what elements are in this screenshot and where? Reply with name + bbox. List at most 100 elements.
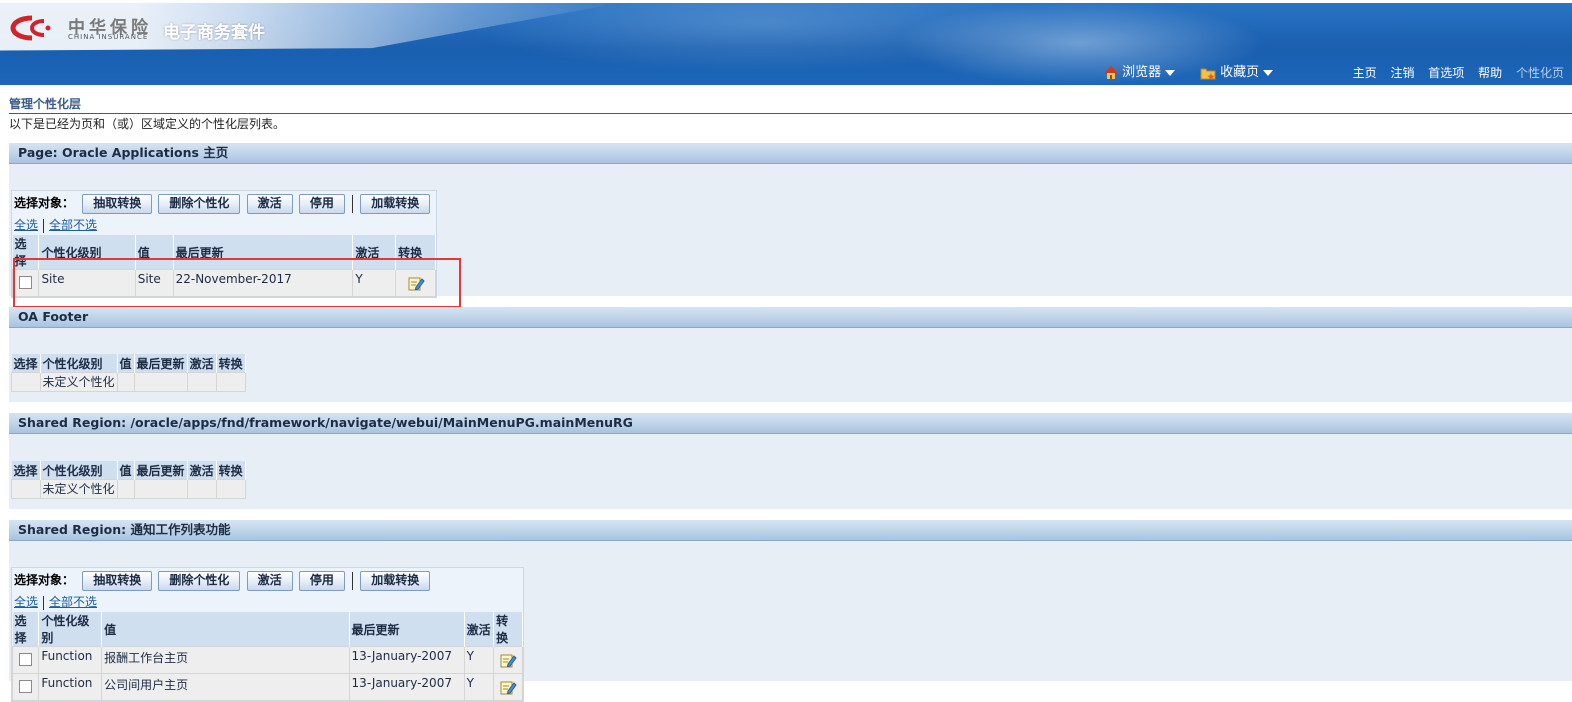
load-translation-button[interactable]: 加载转换 [360, 570, 431, 591]
logo-mark-icon [10, 15, 51, 41]
col-translation: 转换 [395, 235, 436, 270]
updated-cell: 22-November-2017 [172, 269, 354, 297]
active-cell: Y [463, 646, 495, 674]
link-help[interactable]: 帮助 [1478, 66, 1502, 80]
extract-translation-button[interactable]: 抽取转换 [82, 570, 153, 591]
select-links: 全选 全部不选 [12, 215, 436, 235]
browser-menu-label: 浏览器 [1122, 65, 1162, 80]
active-cell: Y [463, 673, 495, 701]
logo-english-text: CHINA INSURANCE [68, 33, 149, 41]
section-main-menu-region: Shared Region: /oracle/apps/fnd/framewor… [9, 413, 1572, 509]
link-logout[interactable]: 注销 [1390, 66, 1414, 80]
deselect-all-link[interactable]: 全部不选 [49, 218, 97, 232]
table-row: Site Site 22-November-2017 Y [11, 269, 436, 297]
page-title: 管理个性化层 [9, 95, 1572, 114]
favorites-menu[interactable]: 收藏页 [1200, 61, 1274, 80]
header-banner: 中华保险 CHINA INSURANCE 电子商务套件 浏览器 收藏页 主页 注… [0, 3, 1572, 85]
col-value: 值 [117, 354, 135, 373]
separator [43, 595, 45, 610]
table-row: Function 公司间用户主页 13-January-2007 Y [11, 673, 523, 701]
row-checkbox[interactable] [19, 276, 32, 289]
page-instruction: 以下是已经为页和（或）区域定义的个性化层列表。 [9, 117, 286, 131]
favorites-folder-icon [1200, 68, 1216, 79]
updated-text: 13-January-2007 [351, 649, 452, 663]
delete-personalization-button[interactable]: 删除个性化 [158, 570, 241, 591]
company-logo: 中华保险 CHINA INSURANCE [8, 11, 168, 47]
personalization-table-container: 选择对象： 抽取转换 删除个性化 激活 停用 加载转换 全选 全部不选 选择 个性… [11, 567, 524, 702]
table-header-row: 选择 个性化级别 值 最后更新 激活 转换 [12, 235, 436, 270]
updated-text: 22-November-2017 [175, 272, 292, 286]
deselect-all-link[interactable]: 全部不选 [49, 595, 97, 609]
separator [352, 571, 354, 590]
select-cell [11, 673, 40, 701]
col-last-updated: 最后更新 [173, 235, 354, 270]
empty-message: 未定义个性化 [39, 372, 118, 392]
separator [352, 194, 354, 213]
edit-translation-icon[interactable] [499, 651, 517, 669]
col-select: 选择 [12, 235, 40, 270]
value-cell: 报酬工作台主页 [101, 646, 350, 674]
link-personalize-page[interactable]: 个性化页 [1516, 66, 1564, 80]
col-active: 激活 [187, 354, 217, 373]
col-select: 选择 [11, 354, 41, 373]
updated-text: 13-January-2007 [351, 676, 452, 690]
col-value: 值 [101, 612, 350, 647]
active-cell [186, 372, 217, 392]
translation-cell [215, 372, 246, 392]
delete-personalization-button[interactable]: 删除个性化 [158, 193, 241, 214]
level-text: Function [41, 649, 93, 663]
personalization-table: 选择 个性化级别 值 最后更新 激活 转换 Site Site 22-Novem… [11, 235, 436, 297]
select-cell [11, 372, 41, 392]
action-bar: 选择对象： 抽取转换 删除个性化 激活 停用 加载转换 [12, 191, 436, 215]
browser-menu[interactable]: 浏览器 [1104, 61, 1176, 80]
personalization-table: 选择 个性化级别 值 最后更新 激活 转换 Function 报酬工作台主页 1… [11, 612, 523, 701]
active-text: Y [355, 272, 363, 286]
load-translation-button[interactable]: 加载转换 [360, 193, 431, 214]
section-oa-footer: OA Footer 选择 个性化级别 值 最后更新 激活 转换 未定义个性化 [9, 307, 1572, 402]
col-select: 选择 [11, 461, 41, 480]
col-translation: 转换 [216, 354, 246, 373]
col-value: 值 [135, 235, 174, 270]
level-cell: Function [38, 646, 103, 674]
translation-cell [493, 673, 523, 701]
select-cell [11, 269, 40, 297]
col-translation: 转换 [216, 461, 246, 480]
value-cell [116, 479, 135, 499]
home-icon [1104, 65, 1118, 79]
col-value: 值 [117, 461, 135, 480]
section-header: Shared Region: /oracle/apps/fnd/framewor… [9, 413, 1572, 434]
app-title: 电子商务套件 [163, 23, 265, 43]
select-all-link[interactable]: 全选 [14, 595, 38, 609]
personalization-table: 选择 个性化级别 值 最后更新 激活 转换 未定义个性化 [11, 354, 246, 392]
select-object-label: 选择对象： [14, 573, 75, 587]
level-text: Site [41, 272, 65, 286]
col-level: 个性化级别 [40, 354, 118, 373]
value-text: Site [137, 272, 161, 286]
level-text: Function [41, 676, 93, 690]
row-checkbox[interactable] [19, 653, 32, 666]
select-all-link[interactable]: 全选 [14, 218, 38, 232]
link-home[interactable]: 主页 [1353, 66, 1377, 80]
activate-button[interactable]: 激活 [246, 193, 293, 214]
select-links: 全选 全部不选 [12, 592, 523, 612]
extract-translation-button[interactable]: 抽取转换 [82, 193, 153, 214]
edit-translation-icon[interactable] [407, 274, 425, 292]
table-row: 未定义个性化 [11, 372, 246, 392]
personalization-table: 选择 个性化级别 值 最后更新 激活 转换 未定义个性化 [11, 461, 246, 499]
value-cell: 公司间用户主页 [101, 673, 350, 701]
col-level: 个性化级别 [38, 235, 136, 270]
chevron-down-icon [1165, 69, 1176, 76]
deactivate-button[interactable]: 停用 [298, 570, 345, 591]
row-checkbox[interactable] [19, 680, 32, 693]
updated-cell: 13-January-2007 [348, 646, 465, 674]
value-text: 公司间用户主页 [104, 678, 189, 692]
table-header-row: 选择 个性化级别 值 最后更新 激活 转换 [12, 612, 523, 647]
active-cell [186, 479, 217, 499]
separator [43, 218, 45, 233]
activate-button[interactable]: 激活 [246, 570, 293, 591]
link-preferences[interactable]: 首选项 [1428, 66, 1464, 80]
deactivate-button[interactable]: 停用 [298, 193, 345, 214]
personalization-table-container: 选择对象： 抽取转换 删除个性化 激活 停用 加载转换 全选 全部不选 选择 个性… [11, 190, 437, 298]
favorites-menu-label: 收藏页 [1220, 65, 1260, 80]
col-level: 个性化级别 [38, 612, 103, 647]
